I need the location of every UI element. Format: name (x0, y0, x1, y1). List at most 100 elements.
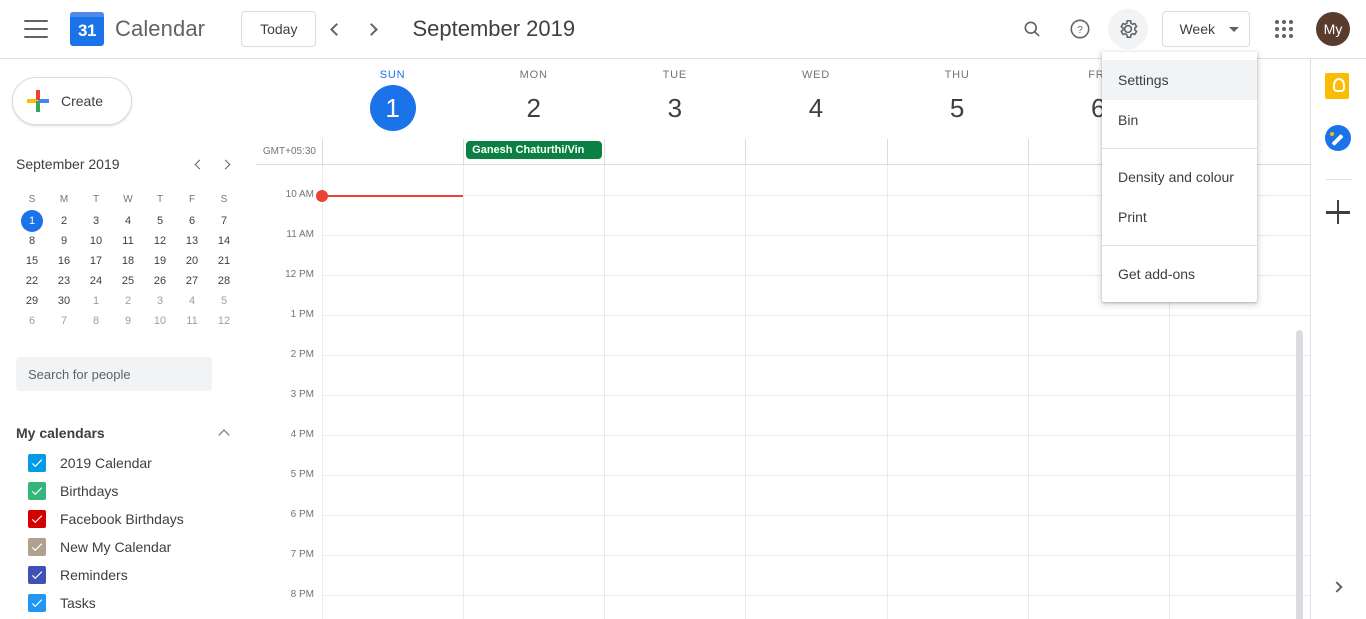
all-day-event[interactable]: Ganesh Chaturthi/Vin (466, 141, 603, 159)
mini-calendar-day[interactable]: 30 (48, 291, 80, 311)
settings-button[interactable] (1108, 9, 1149, 49)
calendar-list-item[interactable]: Birthdays (0, 477, 256, 505)
day-column-header[interactable]: WED 4 (745, 59, 886, 139)
calendar-checkbox[interactable] (28, 538, 46, 556)
mini-calendar-day[interactable]: 25 (112, 271, 144, 291)
mini-calendar-day[interactable]: 7 (208, 211, 240, 231)
all-day-cell[interactable] (745, 139, 886, 164)
day-number[interactable]: 5 (934, 85, 980, 131)
menu-item-get-add-ons[interactable]: Get add-ons (1102, 254, 1257, 294)
time-slot[interactable] (463, 436, 604, 475)
create-button[interactable]: Create (12, 77, 132, 125)
menu-item-print[interactable]: Print (1102, 197, 1257, 237)
hamburger-icon[interactable] (24, 20, 48, 38)
mini-calendar-day[interactable]: 11 (176, 311, 208, 331)
time-slot[interactable] (463, 196, 604, 235)
time-slot[interactable] (463, 516, 604, 555)
mini-calendar-prev-button[interactable] (184, 150, 212, 178)
time-slot[interactable] (886, 556, 1028, 595)
time-slot[interactable] (463, 396, 604, 435)
time-slot[interactable] (463, 476, 604, 515)
mini-calendar-day[interactable]: 24 (80, 271, 112, 291)
time-slot[interactable] (1027, 396, 1169, 435)
mini-calendar-day[interactable]: 29 (16, 291, 48, 311)
help-button[interactable]: ? (1060, 9, 1100, 49)
time-slot[interactable] (1168, 556, 1310, 595)
time-slot[interactable] (1027, 476, 1169, 515)
time-slot[interactable] (322, 476, 463, 515)
time-slot[interactable] (745, 476, 886, 515)
mini-calendar-day[interactable]: 16 (48, 251, 80, 271)
menu-item-bin[interactable]: Bin (1102, 100, 1257, 140)
time-slot[interactable] (463, 276, 604, 315)
mini-calendar-day[interactable]: 8 (80, 311, 112, 331)
mini-calendar-day[interactable]: 6 (176, 211, 208, 231)
time-slot[interactable] (886, 276, 1028, 315)
time-slot[interactable] (322, 516, 463, 555)
time-slot[interactable] (463, 596, 604, 619)
mini-calendar-day[interactable]: 17 (80, 251, 112, 271)
mini-calendar-day[interactable]: 2 (112, 291, 144, 311)
time-slot[interactable] (604, 556, 745, 595)
calendar-logo[interactable]: 31 Calendar (70, 12, 205, 46)
time-slot[interactable] (745, 556, 886, 595)
time-slot[interactable] (886, 596, 1028, 619)
time-slot[interactable] (463, 236, 604, 275)
time-slot[interactable] (1027, 436, 1169, 475)
time-slot[interactable] (604, 436, 745, 475)
my-calendars-header[interactable]: My calendars (0, 417, 256, 449)
grid-scrollbar[interactable] (1296, 330, 1304, 619)
time-slot[interactable] (886, 236, 1028, 275)
all-day-cell[interactable]: Ganesh Chaturthi/Vin (463, 139, 604, 164)
time-slot[interactable] (1168, 476, 1310, 515)
calendar-list-item[interactable]: New My Calendar (0, 533, 256, 561)
time-slot[interactable] (604, 196, 745, 235)
time-slot[interactable] (322, 436, 463, 475)
mini-calendar-day[interactable]: 12 (208, 311, 240, 331)
time-slot[interactable] (1027, 356, 1169, 395)
time-slot[interactable] (745, 276, 886, 315)
time-slot[interactable] (322, 396, 463, 435)
mini-calendar-day[interactable]: 4 (112, 211, 144, 231)
time-slot[interactable] (463, 556, 604, 595)
time-slot[interactable] (1027, 316, 1169, 355)
mini-calendar-next-button[interactable] (212, 150, 240, 178)
day-column-header[interactable]: SUN 1 (322, 59, 463, 139)
time-slot[interactable] (322, 196, 463, 235)
mini-calendar-day[interactable]: 27 (176, 271, 208, 291)
mini-calendar-day[interactable]: 10 (144, 311, 176, 331)
time-slot[interactable] (1168, 396, 1310, 435)
mini-calendar-day[interactable]: 22 (16, 271, 48, 291)
mini-calendar-day[interactable]: 18 (112, 251, 144, 271)
mini-calendar-day[interactable]: 5 (144, 211, 176, 231)
day-column-header[interactable]: MON 2 (463, 59, 604, 139)
mini-calendar-day[interactable]: 7 (48, 311, 80, 331)
time-slot[interactable] (1168, 356, 1310, 395)
time-slot[interactable] (322, 276, 463, 315)
time-slot[interactable] (604, 316, 745, 355)
time-slot[interactable] (463, 356, 604, 395)
time-slot[interactable] (745, 236, 886, 275)
mini-calendar-day[interactable]: 9 (112, 311, 144, 331)
day-number[interactable]: 2 (511, 85, 557, 131)
time-slot[interactable] (604, 276, 745, 315)
all-day-cell[interactable] (322, 139, 463, 164)
time-slot[interactable] (1168, 316, 1310, 355)
calendar-checkbox[interactable] (28, 482, 46, 500)
calendar-checkbox[interactable] (28, 566, 46, 584)
view-selector[interactable]: Week (1162, 11, 1250, 47)
time-slot[interactable] (745, 196, 886, 235)
time-slot[interactable] (463, 165, 604, 195)
time-slot[interactable] (322, 316, 463, 355)
calendar-list-item[interactable]: 2019 Calendar (0, 449, 256, 477)
day-number[interactable]: 4 (793, 85, 839, 131)
time-slot[interactable] (745, 396, 886, 435)
mini-calendar-day[interactable]: 26 (144, 271, 176, 291)
time-slot[interactable] (745, 165, 886, 195)
grid-scrollbar-thumb[interactable] (1296, 330, 1303, 619)
mini-calendar-day[interactable]: 12 (144, 231, 176, 251)
mini-calendar-day[interactable]: 14 (208, 231, 240, 251)
prev-period-button[interactable] (316, 10, 354, 48)
time-slot[interactable] (604, 165, 745, 195)
time-slot[interactable] (745, 356, 886, 395)
